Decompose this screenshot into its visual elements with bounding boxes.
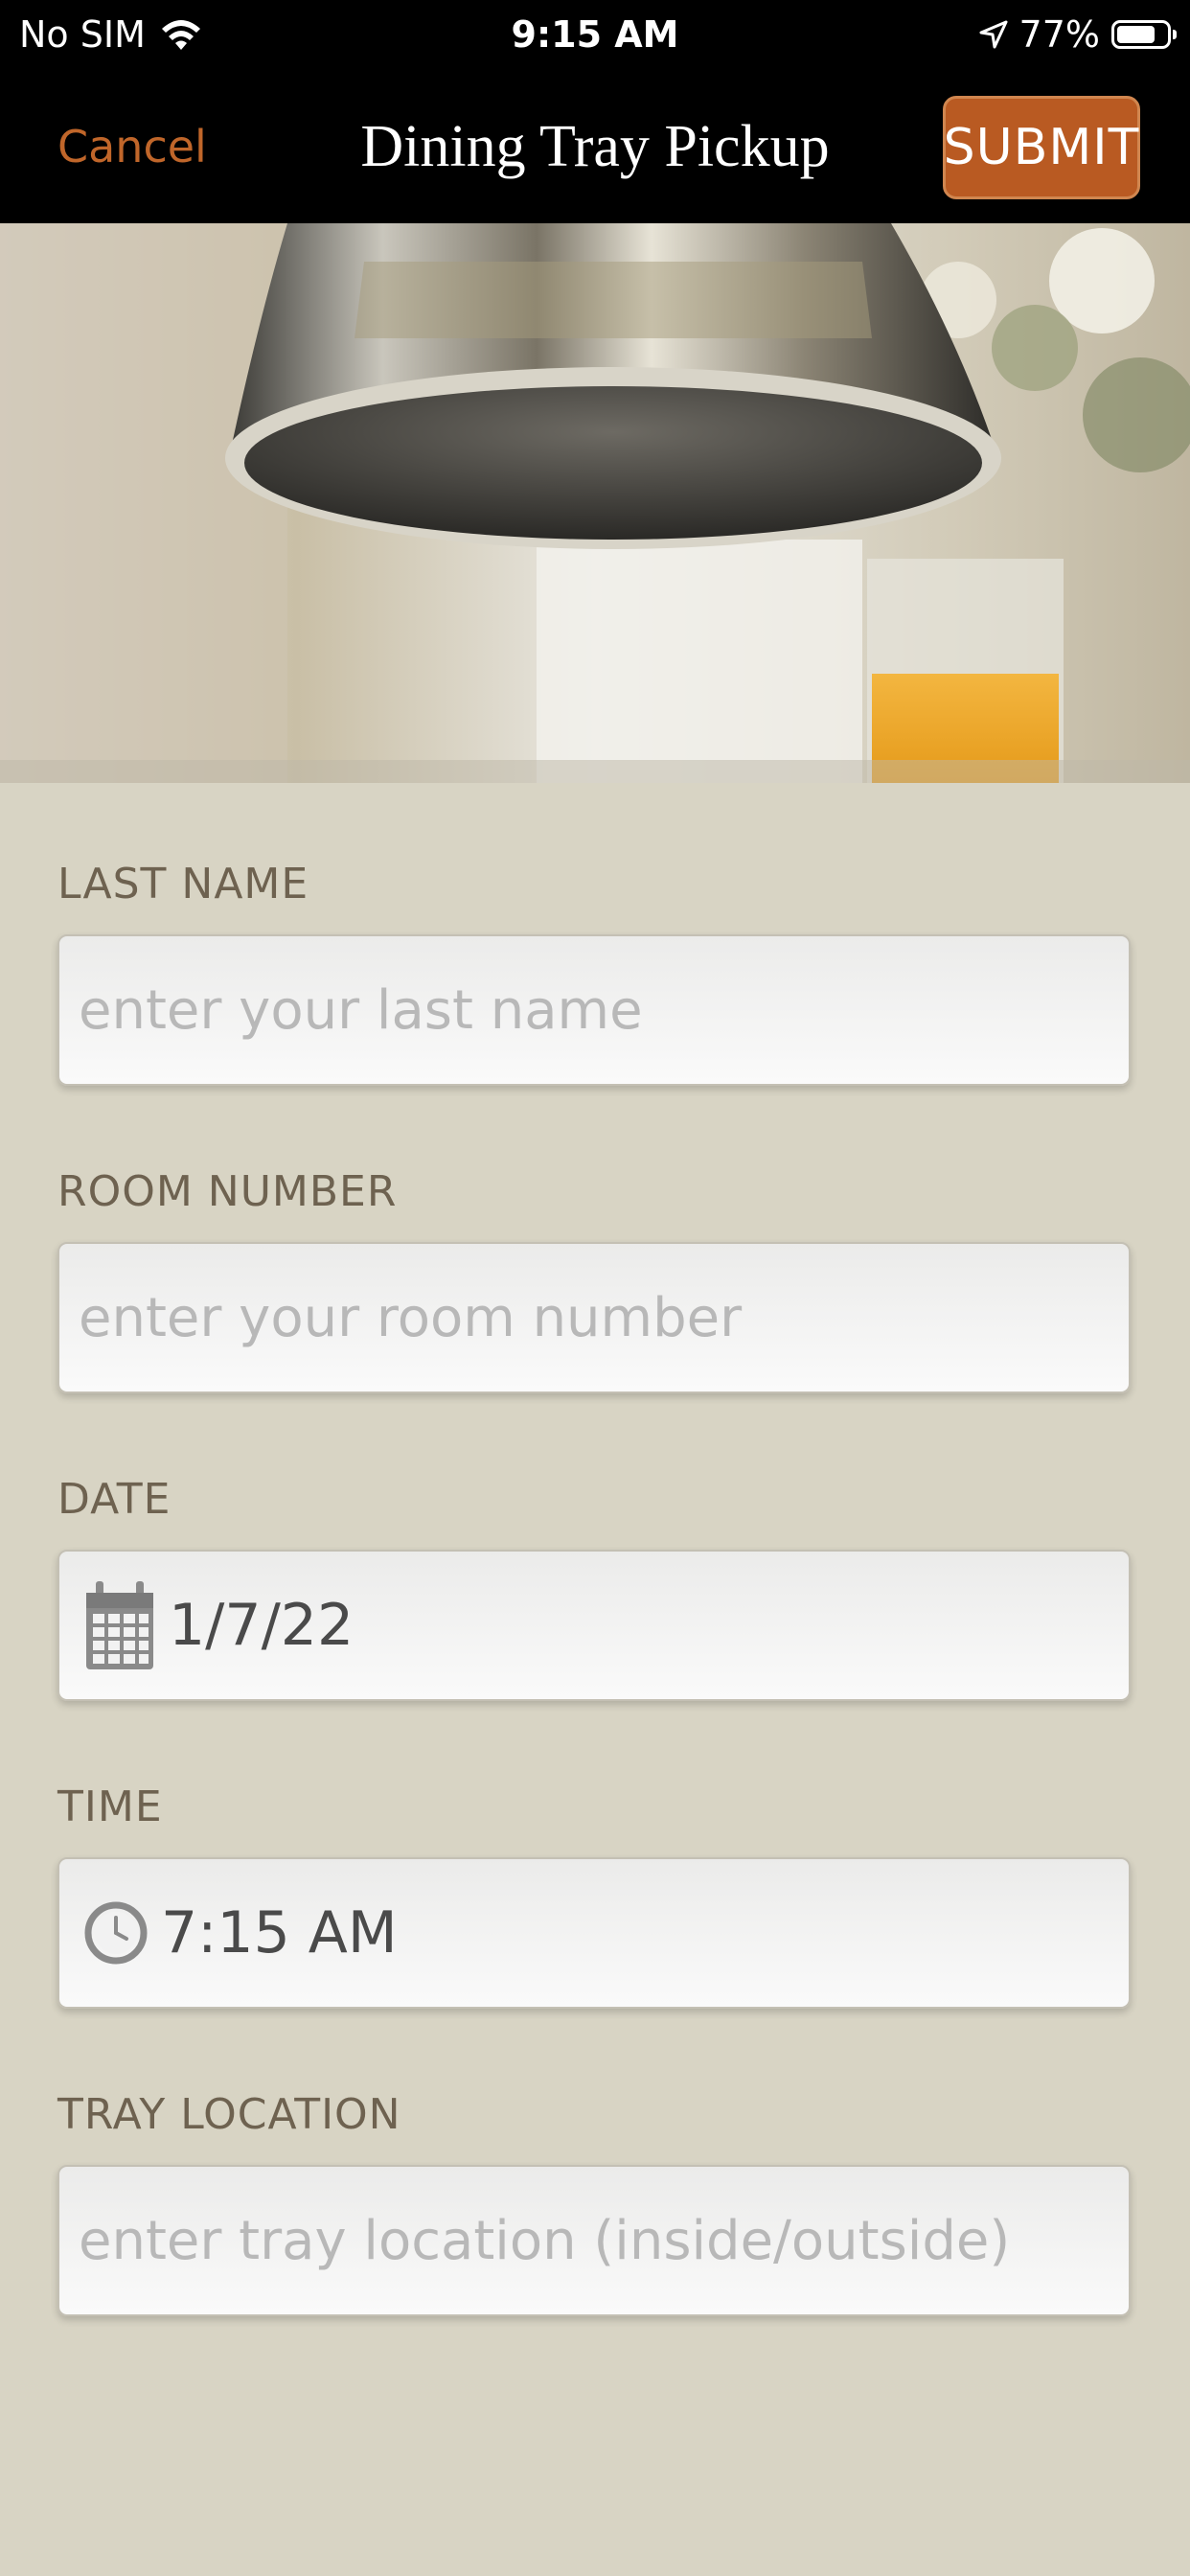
battery-percent: 77%	[1018, 13, 1100, 56]
date-value: 1/7/22	[169, 1592, 355, 1659]
room-number-input[interactable]	[59, 1285, 1129, 1350]
time-label: TIME	[57, 1782, 163, 1831]
battery-level-fill	[1117, 26, 1155, 43]
status-right-area: 77%	[979, 13, 1177, 56]
date-label: DATE	[57, 1475, 172, 1524]
date-field[interactable]: 1/7/22	[57, 1550, 1131, 1701]
clock-icon	[84, 1895, 148, 1971]
tray-location-label: TRAY LOCATION	[57, 2090, 401, 2139]
room-number-field-box	[57, 1242, 1131, 1393]
tray-location-input[interactable]	[59, 2208, 1129, 2273]
calendar-icon	[84, 1579, 155, 1671]
submit-button[interactable]: SUBMIT	[943, 96, 1140, 199]
battery-icon	[1111, 20, 1177, 49]
last-name-input[interactable]	[59, 978, 1129, 1043]
time-field[interactable]: 7:15 AM	[57, 1857, 1131, 2009]
nav-bar: Cancel Dining Tray Pickup SUBMIT	[0, 75, 1190, 223]
hero-image	[0, 223, 1190, 783]
tray-location-field-box	[57, 2165, 1131, 2316]
status-bar: No SIM 9:15 AM 77%	[0, 0, 1190, 75]
time-value: 7:15 AM	[161, 1899, 398, 1966]
last-name-label: LAST NAME	[57, 860, 309, 908]
location-arrow-icon	[979, 20, 1008, 49]
last-name-field-box	[57, 934, 1131, 1086]
room-number-label: ROOM NUMBER	[57, 1167, 398, 1216]
